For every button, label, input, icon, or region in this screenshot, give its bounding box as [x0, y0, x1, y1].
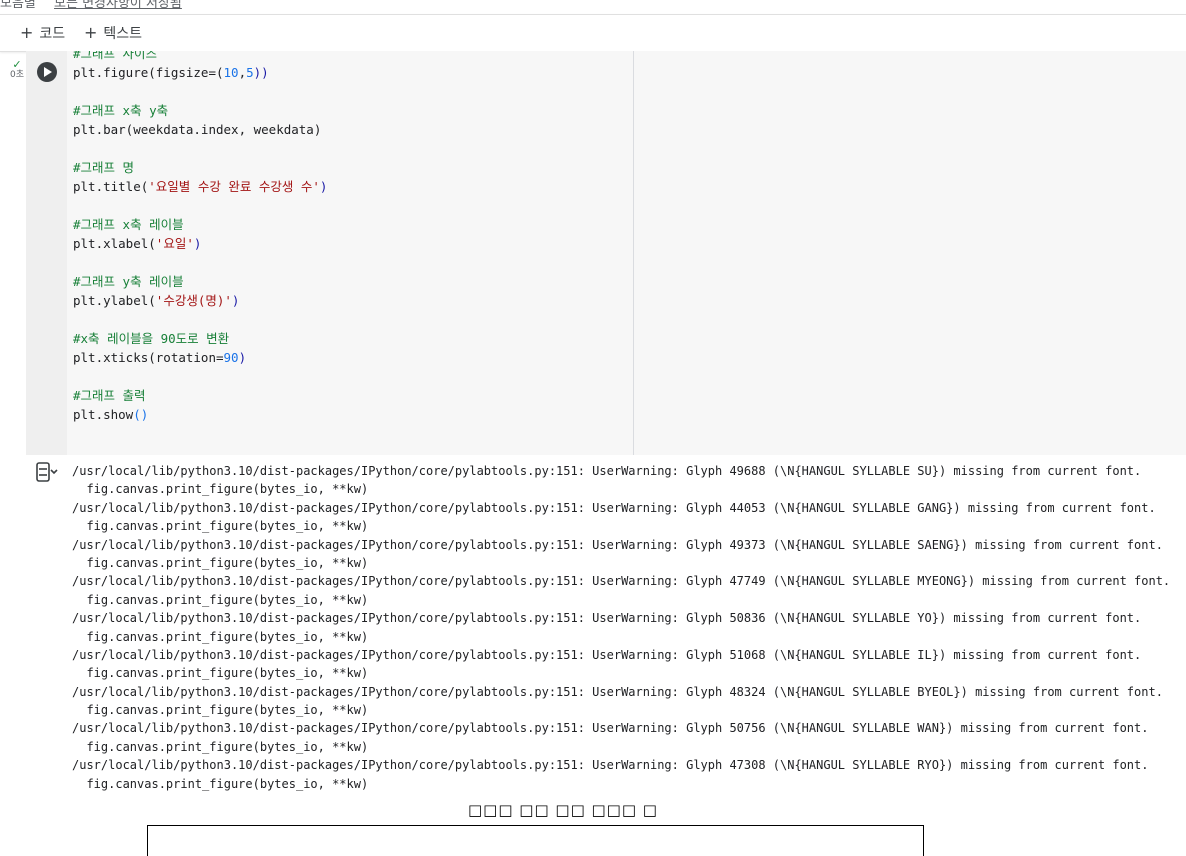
output-collapse-icon[interactable] — [34, 461, 60, 483]
comment-text: #그래프 x축 y축 — [73, 103, 169, 118]
number-literal: 90 — [223, 350, 239, 365]
code-line: plt.figure(figsize=(10,5)) — [73, 65, 269, 81]
save-status-link[interactable]: 모든 변경사항이 저장됨 — [54, 0, 182, 11]
string-literal: '요일' — [155, 236, 194, 251]
code-text: ) — [238, 350, 247, 365]
output-line: /usr/local/lib/python3.10/dist-packages/… — [72, 684, 1163, 699]
output-line: fig.canvas.print_figure(bytes_io, **kw) — [72, 482, 369, 497]
code-editor[interactable]: #그래프 사이즈 plt.figure(figsize=(10,5)) #그래프… — [67, 51, 634, 455]
code-line: plt.xlabel('요일') — [73, 236, 201, 252]
comment-text: #그래프 x축 레이블 — [73, 217, 184, 232]
plus-icon: + — [20, 23, 34, 42]
code-text: () — [133, 407, 149, 422]
code-text: plt.bar(weekdata.index, weekdata) — [73, 122, 322, 137]
output-line: /usr/local/lib/python3.10/dist-packages/… — [72, 758, 1149, 773]
code-text: ) — [231, 293, 240, 308]
output-line: /usr/local/lib/python3.10/dist-packages/… — [72, 537, 1163, 552]
number-literal: 10 — [223, 65, 239, 80]
comment-text: #그래프 출력 — [73, 388, 146, 403]
code-line: #그래프 출력 — [73, 388, 146, 404]
code-line: #그래프 사이즈 — [73, 51, 157, 62]
code-line: plt.title('요일별 수강 완료 수강생 수') — [73, 179, 327, 195]
output-line: fig.canvas.print_figure(bytes_io, **kw) — [72, 629, 369, 644]
output-line: fig.canvas.print_figure(bytes_io, **kw) — [72, 703, 369, 718]
number-literal: 5 — [246, 65, 254, 80]
code-line: plt.xticks(rotation=90) — [73, 350, 246, 366]
output-line: fig.canvas.print_figure(bytes_io, **kw) — [72, 555, 369, 570]
comment-text: #그래프 y축 레이블 — [73, 274, 184, 289]
add-code-button[interactable]: + 코드 — [20, 23, 65, 43]
output-line: fig.canvas.print_figure(bytes_io, **kw) — [72, 776, 369, 791]
code-line: #그래프 명 — [73, 160, 134, 176]
output-line: fig.canvas.print_figure(bytes_io, **kw) — [72, 592, 369, 607]
comment-text: #x축 레이블을 90도로 변환 — [73, 331, 230, 346]
code-cell[interactable]: #그래프 사이즈 plt.figure(figsize=(10,5)) #그래프… — [26, 51, 1186, 455]
code-text: plt.show — [73, 407, 134, 422]
check-icon: ✓ — [12, 58, 22, 71]
output-line: fig.canvas.print_figure(bytes_io, **kw) — [72, 666, 369, 681]
string-literal: '요일별 수강 완료 수강생 수' — [148, 179, 320, 194]
code-line: #그래프 x축 레이블 — [73, 217, 184, 233]
code-text: plt.title( — [73, 179, 149, 194]
code-text: plt.xlabel( — [73, 236, 156, 251]
code-text: ) — [319, 179, 328, 194]
output-line: /usr/local/lib/python3.10/dist-packages/… — [72, 721, 1149, 736]
output-text: /usr/local/lib/python3.10/dist-packages/… — [72, 462, 1182, 793]
notebook-header-status: 모음별 모든 변경사항이 저장됨 — [0, 0, 182, 11]
code-line: plt.bar(weekdata.index, weekdata) — [73, 122, 321, 138]
cell-left-rail — [4, 51, 27, 842]
chart-frame — [147, 825, 924, 856]
code-line: #x축 레이블을 90도로 변환 — [73, 331, 229, 347]
comment-text: #그래프 사이즈 — [73, 51, 158, 61]
code-text: plt.figure(figsize=( — [73, 65, 224, 80]
output-line: /usr/local/lib/python3.10/dist-packages/… — [72, 500, 1156, 515]
code-text: plt.xticks(rotation= — [73, 350, 224, 365]
code-line: #그래프 x축 y축 — [73, 103, 168, 119]
code-line: plt.show() — [73, 407, 148, 423]
execution-time: 0초 — [9, 70, 24, 80]
cell-output: /usr/local/lib/python3.10/dist-packages/… — [26, 455, 1186, 856]
code-text: , — [238, 65, 247, 80]
header-label: 모음별 — [0, 0, 36, 11]
output-line: /usr/local/lib/python3.10/dist-packages/… — [72, 574, 1171, 589]
cell-execution-status: ✓ 0초 — [8, 58, 26, 80]
plus-icon: + — [84, 23, 98, 42]
add-text-button[interactable]: + 텍스트 — [84, 23, 142, 43]
add-text-label: 텍스트 — [103, 26, 143, 42]
chart-title: □□□ □□ □□ □□□ □ — [468, 801, 658, 819]
output-line: /usr/local/lib/python3.10/dist-packages/… — [72, 647, 1142, 662]
comment-text: #그래프 명 — [73, 160, 135, 175]
run-cell-button[interactable] — [37, 62, 57, 82]
code-line: plt.ylabel('수강생(명)') — [73, 293, 239, 309]
string-literal: '수강생(명)' — [155, 293, 232, 308]
output-line: /usr/local/lib/python3.10/dist-packages/… — [72, 464, 1142, 478]
cell-toolbar: + 코드 + 텍스트 — [0, 14, 1186, 52]
code-text: ) — [193, 236, 202, 251]
code-text: )) — [253, 65, 269, 80]
output-line: /usr/local/lib/python3.10/dist-packages/… — [72, 611, 1142, 626]
output-line: fig.canvas.print_figure(bytes_io, **kw) — [72, 519, 369, 534]
output-line: fig.canvas.print_figure(bytes_io, **kw) — [72, 739, 369, 754]
cell-gutter — [26, 51, 67, 455]
add-code-label: 코드 — [39, 26, 66, 42]
code-line: #그래프 y축 레이블 — [73, 274, 184, 290]
code-text: plt.ylabel( — [73, 293, 156, 308]
play-icon — [44, 67, 52, 77]
